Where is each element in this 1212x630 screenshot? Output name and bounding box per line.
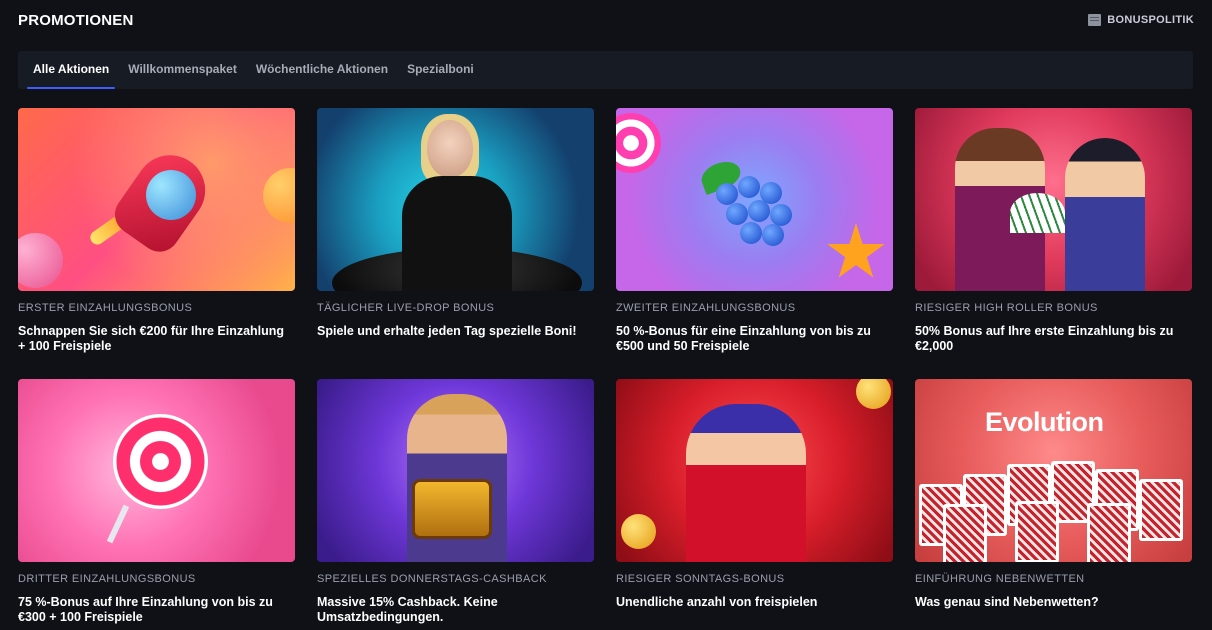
coin-decoration [621,514,656,549]
promo-image-rocket[interactable] [18,108,295,291]
promo-description: Spiele und erhalte jeden Tag spezielle B… [317,324,577,338]
grape-decoration [748,200,770,222]
orange-ball-decoration [263,168,295,223]
playing-card-decoration [1139,479,1183,541]
lollipop-stick-decoration [106,504,130,544]
promo-card-thursday-cashback[interactable]: SPEZIELLES DONNERSTAGS-CASHBACK Massive … [317,379,594,630]
playing-card-decoration [1087,503,1131,562]
lollipop-decoration [113,414,208,509]
promo-image-evolution[interactable]: Evolution [915,379,1192,562]
promo-description: Schnappen Sie sich €200 für Ihre Einzahl… [18,324,285,353]
jester-decoration [686,404,806,562]
promo-description: 50% Bonus auf Ihre erste Einzahlung bis … [915,324,1174,353]
grape-decoration [770,204,792,226]
tab-willkommenspaket[interactable]: Willkommenspaket [125,51,240,89]
promo-description: Unendliche anzahl von freispielen [616,595,818,609]
promo-card-second-deposit[interactable]: ZWEITER EINZAHLUNGSBONUS 50 %-Bonus für … [616,108,893,379]
promo-card-sunday-bonus[interactable]: RIESIGER SONNTAGS-BONUS Unendliche anzah… [616,379,893,630]
tab-woechentliche-aktionen[interactable]: Wöchentliche Aktionen [253,51,391,89]
card-fan-decoration [1010,193,1065,233]
promo-card-live-drop[interactable]: TÄGLICHER LIVE-DROP BONUS Spiele und erh… [317,108,594,379]
promo-category: TÄGLICHER LIVE-DROP BONUS [317,302,495,314]
promotion-tabs: Alle Aktionen Willkommenspaket Wöchentli… [18,51,1193,89]
promo-category: ZWEITER EINZAHLUNGSBONUS [616,302,796,314]
promo-description: Massive 15% Cashback. Keine Umsatzbeding… [317,595,498,624]
grape-decoration [716,183,738,205]
grape-decoration [738,176,760,198]
promo-card-side-bets[interactable]: Evolution EINFÜHRUNG NEBENWETTEN Was gen… [915,379,1192,630]
candy-ball-decoration [18,233,63,288]
page-title: PROMOTIONEN [18,11,134,29]
bonus-policy-link[interactable]: BONUSPOLITIK [1088,14,1194,26]
playing-card-decoration [1015,501,1059,562]
promo-image-dealer[interactable] [317,108,594,291]
promo-image-jester[interactable] [616,379,893,562]
promo-category: ERSTER EINZAHLUNGSBONUS [18,302,193,314]
grape-decoration [762,224,784,246]
page-header: PROMOTIONEN BONUSPOLITIK [18,10,1194,30]
promo-card-high-roller[interactable]: RIESIGER HIGH ROLLER BONUS 50% Bonus auf… [915,108,1192,379]
promo-category: RIESIGER SONNTAGS-BONUS [616,573,785,585]
promo-image-warrior[interactable] [317,379,594,562]
coin-decoration [856,379,891,409]
rocket-gumball-decoration [146,170,196,220]
treasure-chest-decoration [412,479,492,539]
evolution-logo: Evolution [985,407,1104,437]
promo-description: Was genau sind Nebenwetten? [915,595,1099,609]
promo-description: 50 %-Bonus für eine Einzahlung von bis z… [616,324,871,353]
promo-card-first-deposit[interactable]: ERSTER EINZAHLUNGSBONUS Schnappen Sie si… [18,108,295,379]
bonus-policy-label: BONUSPOLITIK [1107,14,1194,26]
grape-decoration [726,203,748,225]
promo-category: SPEZIELLES DONNERSTAGS-CASHBACK [317,573,547,585]
grape-decoration [740,222,762,244]
document-icon [1088,14,1102,26]
magician-assistant-decoration [1065,138,1145,291]
tab-spezialboni[interactable]: Spezialboni [404,51,477,89]
promo-description: 75 %-Bonus auf Ihre Einzahlung von bis z… [18,595,273,624]
promo-category: EINFÜHRUNG NEBENWETTEN [915,573,1085,585]
promo-image-lollipop[interactable] [18,379,295,562]
promo-image-magicians[interactable] [915,108,1192,291]
promo-image-grapes[interactable] [616,108,893,291]
promo-category: DRITTER EINZAHLUNGSBONUS [18,573,196,585]
promo-card-third-deposit[interactable]: DRITTER EINZAHLUNGSBONUS 75 %-Bonus auf … [18,379,295,630]
pink-lollipop-decoration [616,113,661,173]
dealer-body-decoration [402,176,512,291]
star-decoration [827,223,885,278]
dealer-face-decoration [427,120,473,178]
playing-card-decoration [943,504,987,562]
promotions-grid: ERSTER EINZAHLUNGSBONUS Schnappen Sie si… [18,108,1193,630]
tab-alle-aktionen[interactable]: Alle Aktionen [26,51,116,89]
promo-category: RIESIGER HIGH ROLLER BONUS [915,302,1098,314]
